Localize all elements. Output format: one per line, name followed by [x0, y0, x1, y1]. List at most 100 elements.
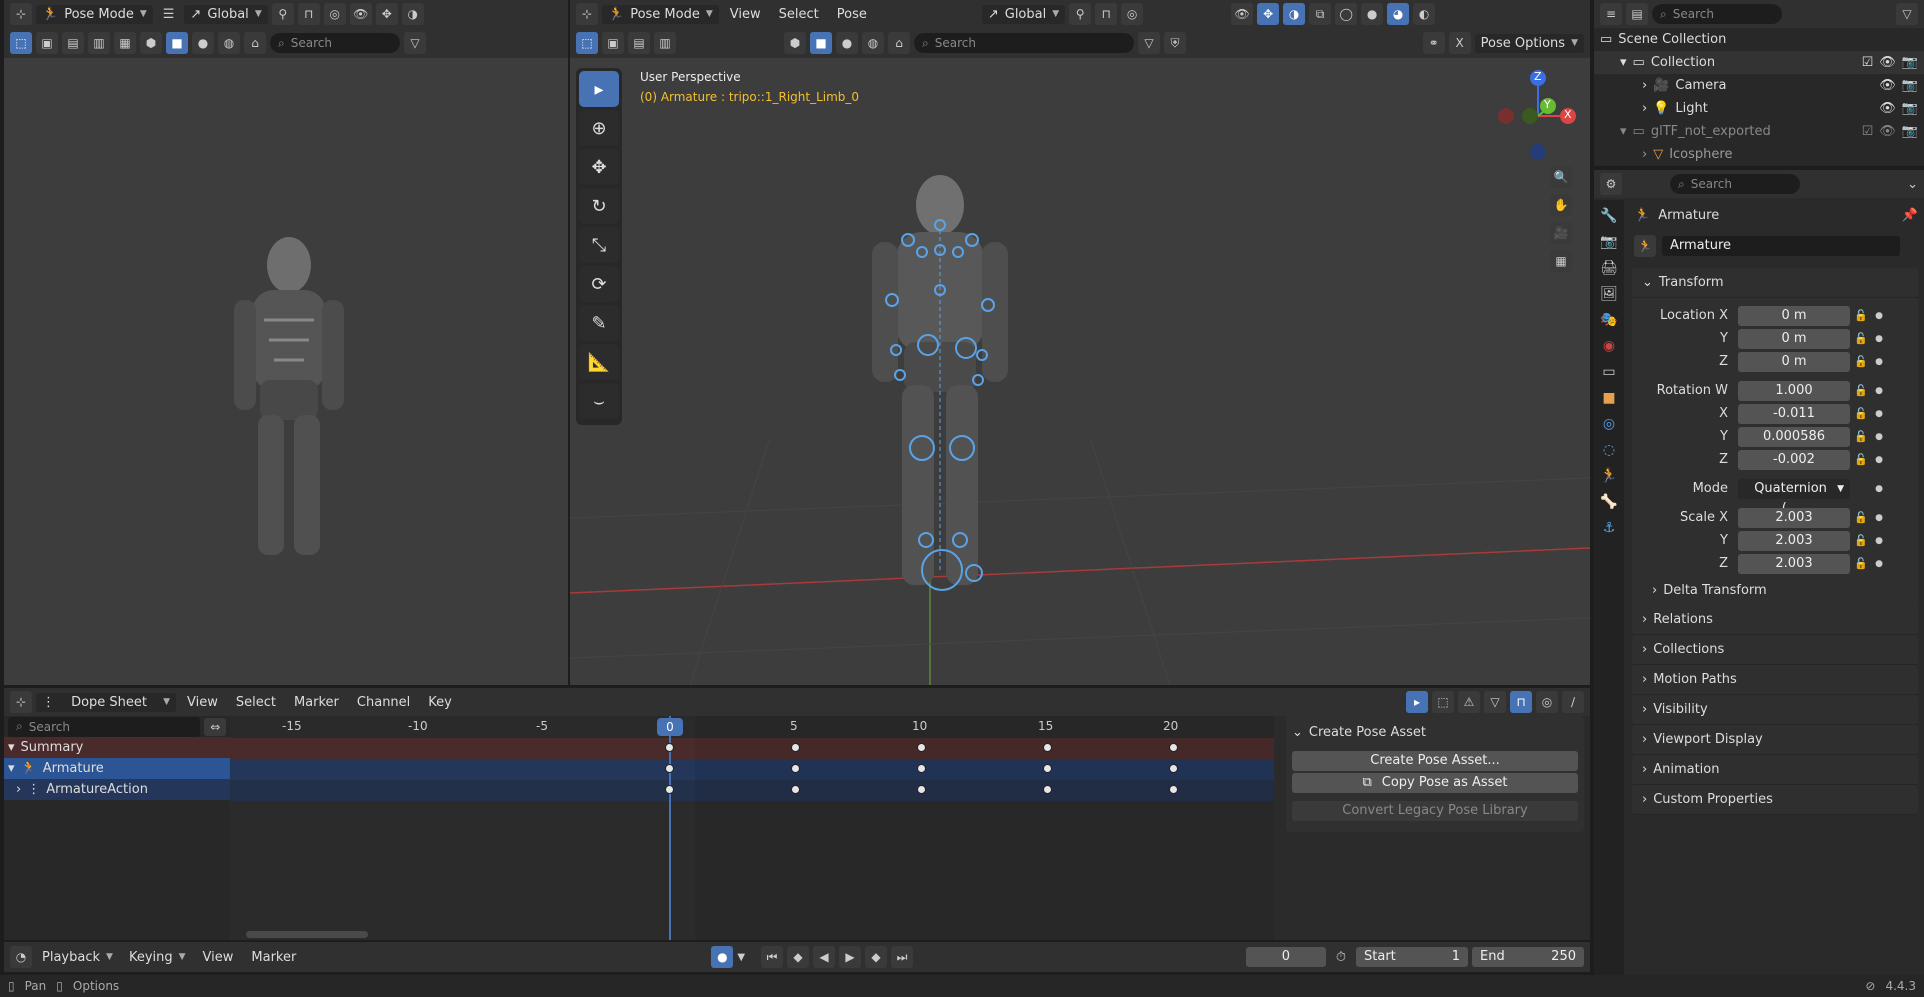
shading-solid-icon[interactable]: ■ [166, 32, 188, 54]
start-frame-field[interactable]: Start 1 [1356, 947, 1468, 967]
keyframe-dot-icon[interactable]: ● [1872, 432, 1886, 442]
collection-tab-icon[interactable]: ▭ [1602, 364, 1615, 380]
keyframe[interactable] [791, 764, 800, 773]
xray-icon[interactable]: ⧉ [1309, 3, 1332, 25]
left-viewport[interactable]: ⊹ 🏃 Pose Mode ▼ ☰ ↗ Global ▼ ⚲ ⊓ ◎ 👁 ✥ ◑ ⬚ ▣… [4, 0, 568, 685]
editor-type-icon[interactable]: ⊹ [10, 691, 32, 713]
datablock-icon[interactable]: 🏃 [1634, 235, 1656, 257]
keyframe[interactable] [917, 764, 926, 773]
outliner-light[interactable]: › 💡 Light 👁 📷 [1594, 97, 1924, 120]
animation-panel-header[interactable]: › Animation [1632, 755, 1918, 785]
menu-marker[interactable]: Marker [244, 948, 303, 967]
filter-icon[interactable]: ▽ [1484, 691, 1506, 713]
relations-panel-header[interactable]: › Relations [1632, 605, 1918, 635]
channel-search-input[interactable]: ⌕ Search [8, 716, 201, 737]
scrubber-handle[interactable]: 0 [657, 718, 683, 736]
modifier-tab-icon[interactable]: ◎ [1603, 416, 1615, 432]
menu-key[interactable]: Key [421, 693, 459, 712]
interpolation-icon[interactable]: ∕ [1562, 691, 1584, 713]
editor-type-icon[interactable]: ⚙ [1600, 173, 1622, 195]
select-box-icon[interactable]: ⬚ [576, 32, 598, 54]
keyframe[interactable] [1169, 743, 1178, 752]
outliner-collection[interactable]: ▾ ▭ Collection ☑ 👁 📷 [1594, 51, 1924, 74]
prev-keyframe-icon[interactable]: ◆ [787, 946, 810, 968]
filter-icon[interactable]: ▽ [1896, 3, 1918, 25]
outliner-gltf-collection[interactable]: ▾ ▭ glTF_not_exported ☑ 👁 📷 [1594, 120, 1924, 143]
pin-icon[interactable]: 📌 [1902, 208, 1924, 223]
datablock-name-field[interactable]: Armature [1662, 236, 1900, 256]
menu-select[interactable]: Select [229, 693, 283, 712]
select-mode-new-icon[interactable]: ▣ [602, 32, 624, 54]
outliner-scene-collection[interactable]: ▭ Scene Collection [1594, 28, 1924, 51]
proportional-icon[interactable]: ◎ [1121, 3, 1144, 25]
solid-shading-icon[interactable]: ● [1361, 3, 1384, 25]
keyframe-dot-icon[interactable]: ● [1872, 484, 1886, 494]
lock-icon[interactable]: 🔓 [1850, 355, 1872, 368]
scale-x-field[interactable]: 2.003 [1738, 507, 1850, 528]
select-box-icon[interactable]: ⬚ [10, 32, 32, 54]
keyframe[interactable] [665, 764, 674, 773]
keyframe-dot-icon[interactable]: ● [1872, 386, 1886, 396]
proportional-icon[interactable]: ◎ [323, 3, 346, 25]
outliner-icosphere[interactable]: › ▽ Icosphere [1594, 143, 1924, 166]
keyframe-dot-icon[interactable]: ● [1872, 311, 1886, 321]
bone-constraint-tab-icon[interactable]: ⚓ [1603, 520, 1616, 536]
keyframe[interactable] [1169, 785, 1178, 794]
pose-options-dropdown[interactable]: Pose Options ▼ [1474, 33, 1584, 53]
shield-icon[interactable]: ⛨ [1164, 32, 1186, 54]
lock-icon[interactable]: 🔓 [1850, 384, 1872, 397]
bone-tab-icon[interactable]: 🦴 [1600, 494, 1617, 510]
eye-icon[interactable]: 👁 [1879, 124, 1896, 139]
shading-render-icon[interactable]: ◍ [862, 32, 884, 54]
auto-keying-record-icon[interactable]: ● [711, 946, 734, 968]
keyframe-dot-icon[interactable]: ● [1872, 536, 1886, 546]
scale-y-field[interactable]: 2.003 [1738, 530, 1850, 551]
menu-pose[interactable]: Pose [830, 5, 874, 24]
overlay-icon[interactable]: ◑ [401, 3, 424, 25]
viewport-display-panel-header[interactable]: › Viewport Display [1632, 725, 1918, 755]
keyframe[interactable] [1043, 785, 1052, 794]
lock-icon[interactable]: 🔓 [1850, 453, 1872, 466]
shading-material-icon[interactable]: ● [192, 32, 214, 54]
select-mode-subtract-icon[interactable]: ▥ [88, 32, 110, 54]
x-mirror-icon[interactable]: X [1448, 32, 1471, 54]
select-mode-extend-icon[interactable]: ▤ [62, 32, 84, 54]
physics-tab-icon[interactable]: ◌ [1603, 442, 1615, 458]
jump-start-icon[interactable]: ⏮ [761, 946, 784, 968]
mode-dropdown[interactable]: 🏃 Pose Mode ▼ [36, 4, 153, 24]
orientation-dropdown[interactable]: ↗ Global ▼ [184, 4, 268, 24]
armature-data-tab-icon[interactable]: 🏃 [1600, 468, 1617, 484]
channel-armature-action[interactable]: › ⋮ ArmatureAction [4, 779, 230, 800]
location-x-field[interactable]: 0 m [1738, 305, 1850, 326]
checkbox-icon[interactable]: ☑ [1862, 124, 1874, 139]
outliner-camera[interactable]: › 🎥 Camera 👁 📷 [1594, 74, 1924, 97]
keyframe[interactable] [665, 785, 674, 794]
shading-color-icon[interactable]: ⬢ [140, 32, 162, 54]
horizontal-scrollbar[interactable] [246, 931, 368, 938]
left-search-input[interactable]: ⌕ Search [270, 33, 400, 53]
tool-tab-icon[interactable]: 🔧 [1600, 208, 1617, 224]
keyframe[interactable] [917, 743, 926, 752]
select-mode-extend-icon[interactable]: ▤ [628, 32, 650, 54]
object-tab-icon[interactable]: ■ [1602, 390, 1615, 406]
gizmo-icon[interactable]: ✥ [375, 3, 398, 25]
camera-icon[interactable]: ⌂ [888, 32, 910, 54]
rendered-shading-icon[interactable]: ◐ [1413, 3, 1436, 25]
jump-end-icon[interactable]: ⏭ [891, 946, 914, 968]
pivot-icon[interactable]: ⚲ [271, 3, 294, 25]
menu-view[interactable]: View [180, 693, 225, 712]
eye-icon[interactable]: 👁 [1879, 78, 1896, 93]
lock-icon[interactable]: 🔓 [1850, 332, 1872, 345]
snap-icon[interactable]: ⊓ [297, 3, 320, 25]
rotation-y-field[interactable]: 0.000586 [1738, 426, 1850, 447]
lock-icon[interactable]: 🔓 [1850, 309, 1872, 322]
view-layer-tab-icon[interactable]: 🖼 [1600, 286, 1618, 302]
select-mode-new-icon[interactable]: ▣ [36, 32, 58, 54]
outliner-search-input[interactable]: ⌕ Search [1652, 4, 1782, 24]
menu-select[interactable]: Select [772, 5, 826, 24]
output-tab-icon[interactable]: 🖨 [1600, 260, 1618, 276]
overlay-icon[interactable]: ◑ [1283, 3, 1306, 25]
select-mode-invert-icon[interactable]: ▦ [114, 32, 136, 54]
pivot-icon[interactable]: ⚲ [1069, 3, 1092, 25]
channel-armature[interactable]: ▾ 🏃 Armature [4, 758, 230, 779]
